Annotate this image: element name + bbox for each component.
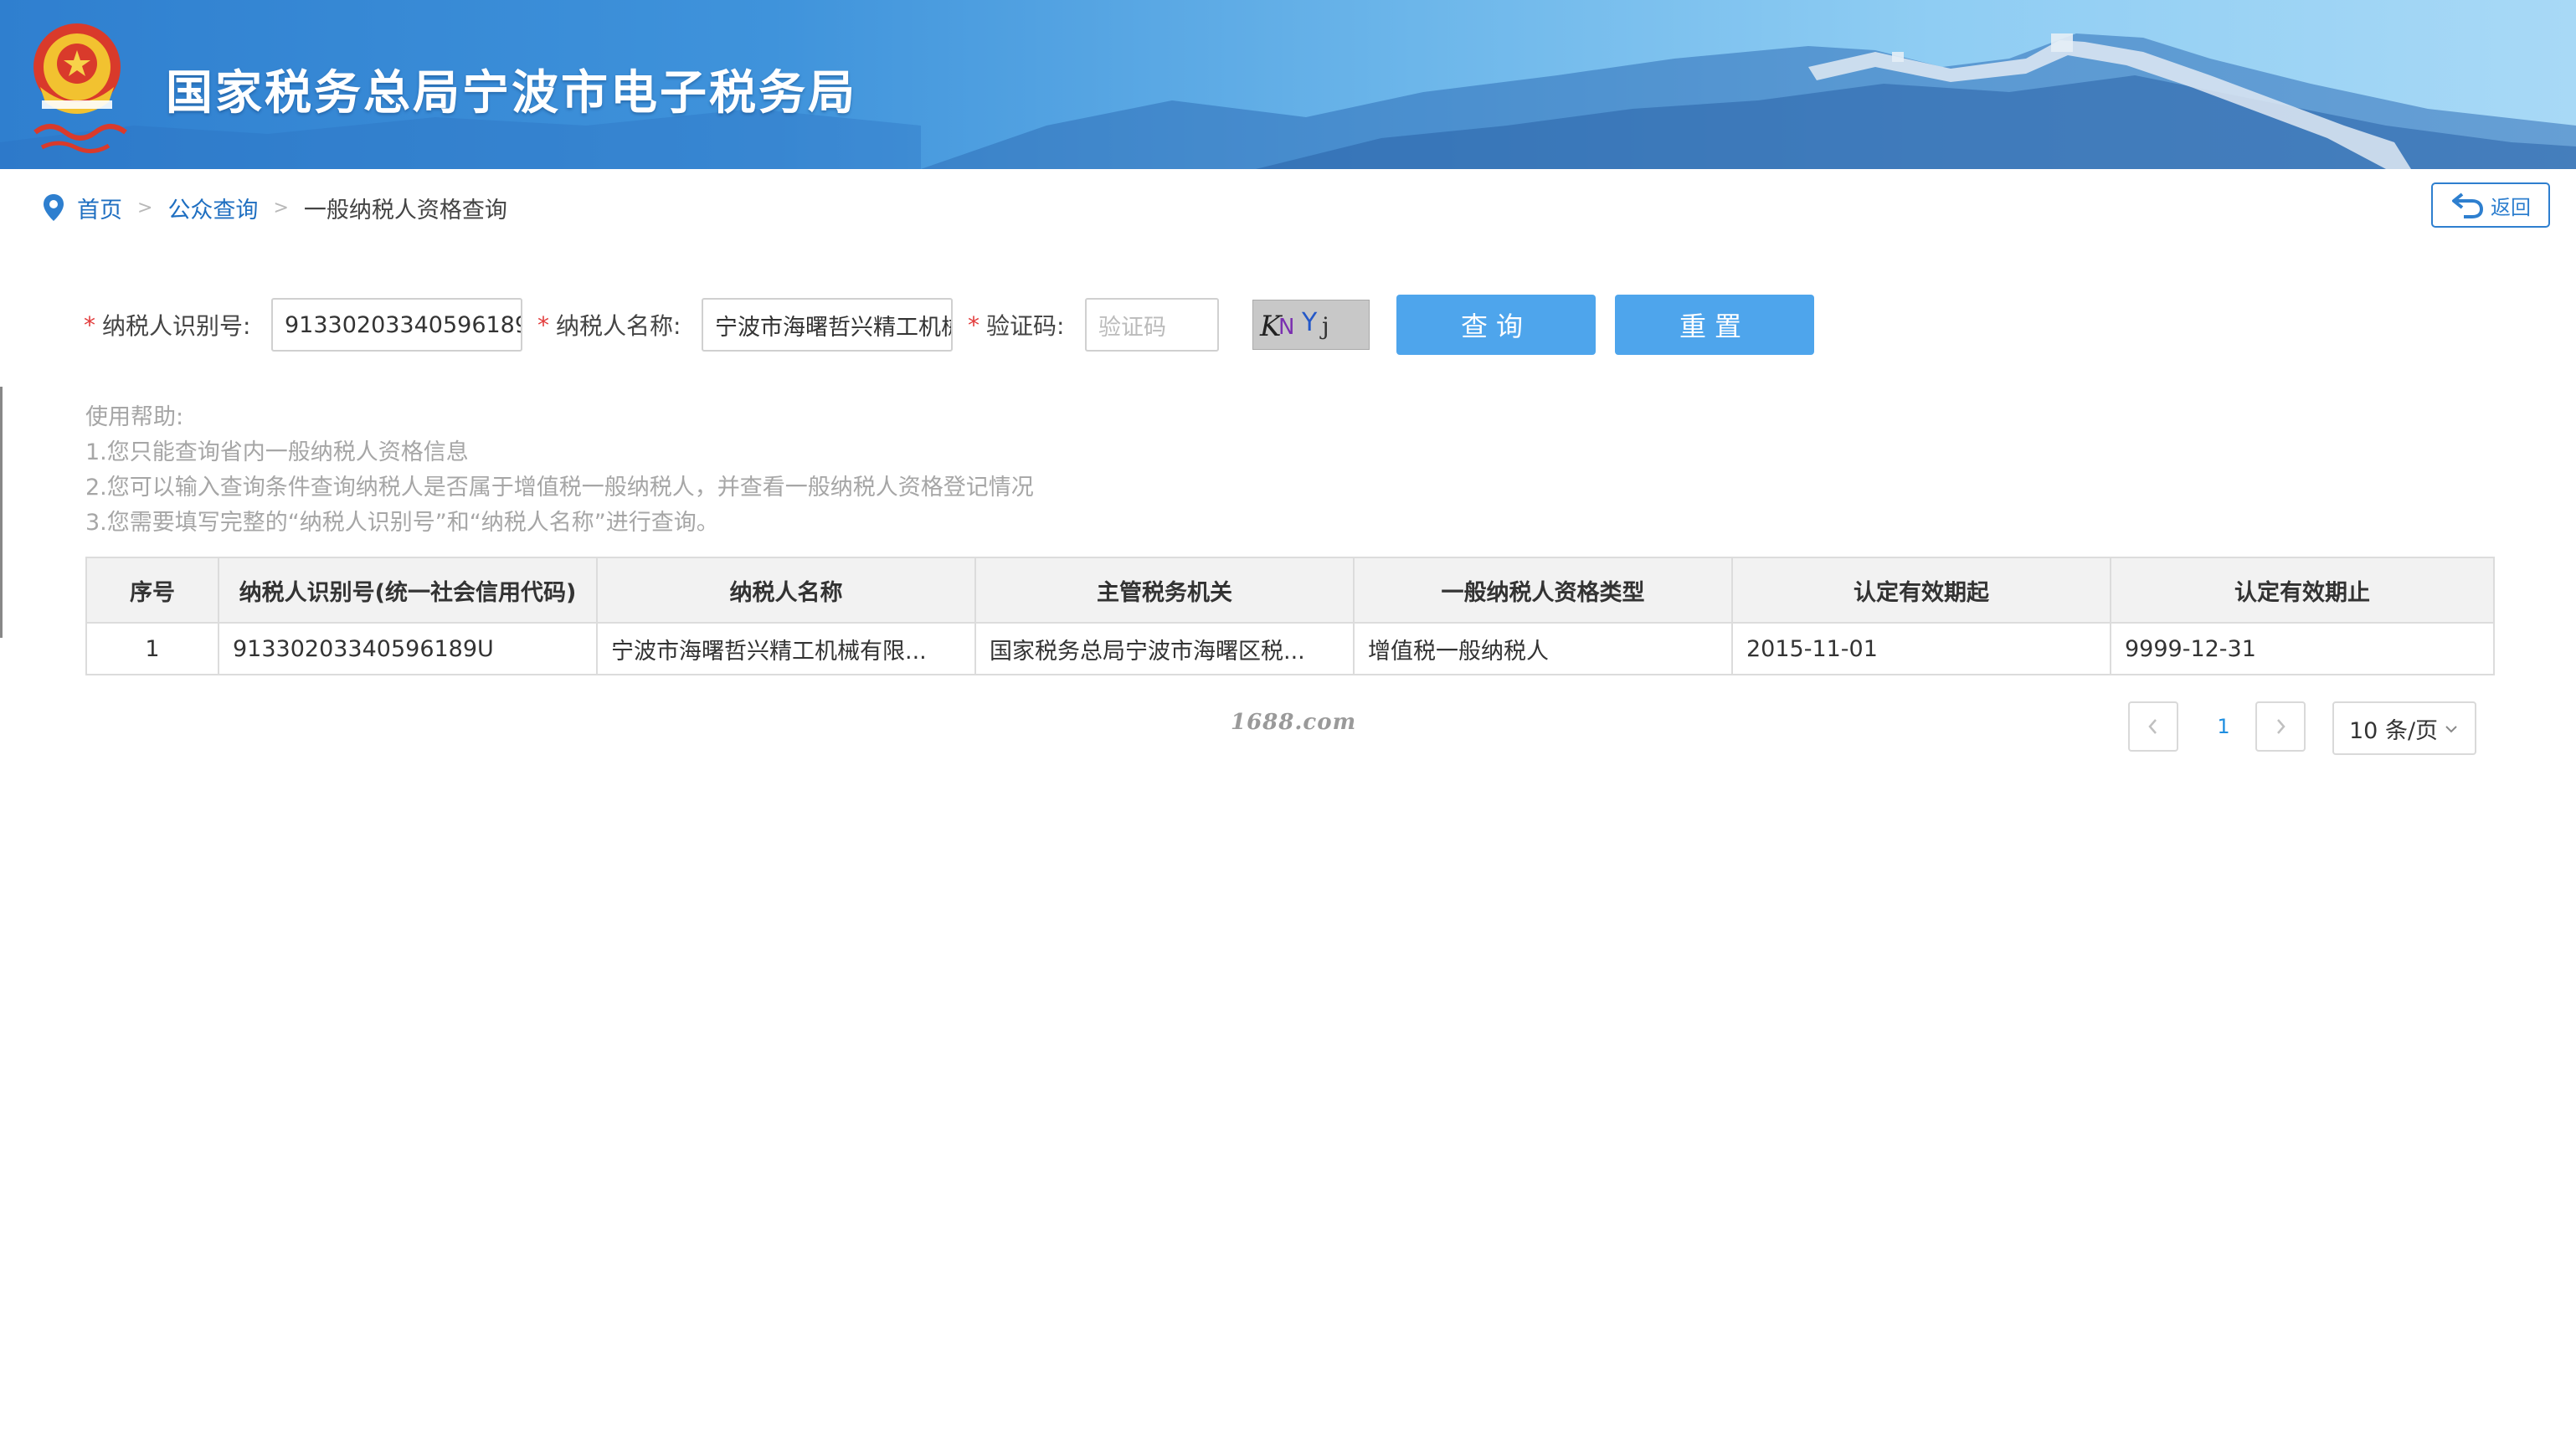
chevron-right-icon — [2277, 719, 2285, 734]
column-header-index: 序号 — [85, 557, 219, 624]
current-page-number[interactable]: 1 — [2207, 701, 2240, 752]
taxpayer-id-input[interactable]: 91330203340596189U — [271, 298, 522, 352]
return-arrow-icon — [2452, 193, 2484, 218]
header-banner: 国家税务总局宁波市电子税务局 — [0, 0, 2576, 169]
help-line: 3.您需要填写完整的“纳税人识别号”和“纳税人名称”进行查询。 — [85, 510, 719, 536]
table-row: 1 91330203340596189U 宁波市海曙哲兴精工机械有限... 国家… — [85, 622, 2495, 675]
location-pin-icon — [44, 194, 64, 221]
taxpayer-id-label-text: 纳税人识别号: — [102, 312, 251, 340]
taxpayer-name-label: * 纳税人名称: — [537, 295, 681, 355]
watermark: 1688.com — [1231, 710, 1357, 735]
cell-tax-authority: 国家税务总局宁波市海曙区税... — [974, 622, 1355, 675]
page-size-select[interactable]: 10 条/页 — [2332, 701, 2476, 755]
back-button-label: 返回 — [2491, 195, 2531, 219]
next-page-button[interactable] — [2255, 701, 2306, 752]
column-header-valid-to: 认定有效期止 — [2110, 557, 2495, 624]
column-header-qualification-type: 一般纳税人资格类型 — [1353, 557, 1733, 624]
captcha-char: j — [1319, 312, 1329, 340]
scrollbar-edge — [0, 387, 3, 638]
page-size-value: 10 条/页 — [2349, 717, 2439, 744]
taxpayer-id-label: * 纳税人识别号: — [84, 295, 250, 355]
cell-index: 1 — [85, 622, 219, 675]
search-form: * 纳税人识别号: 91330203340596189U * 纳税人名称: 宁波… — [0, 295, 2576, 355]
cell-valid-from: 2015-11-01 — [1731, 622, 2111, 675]
captcha-image[interactable]: K N Y j — [1252, 300, 1370, 350]
result-table: 序号 纳税人识别号(统一社会信用代码) 纳税人名称 主管税务机关 一般纳税人资格… — [85, 557, 2495, 675]
cell-valid-to: 9999-12-31 — [2110, 622, 2495, 675]
tax-emblem-logo — [33, 23, 127, 153]
captcha-label-text: 验证码: — [986, 312, 1065, 340]
taxpayer-name-input[interactable]: 宁波市海曙哲兴精工机械有限公司 — [702, 298, 953, 352]
captcha-graphic: K N Y j — [1259, 308, 1329, 343]
breadcrumb-current: 一般纳税人资格查询 — [303, 197, 507, 223]
required-mark: * — [84, 311, 95, 339]
breadcrumb-separator: > — [273, 197, 289, 218]
help-section: 使用帮助: 1.您只能查询省内一般纳税人资格信息 2.您可以输入查询条件查询纳税… — [85, 400, 1034, 541]
chevron-left-icon — [2148, 719, 2157, 734]
captcha-label: * 验证码: — [968, 295, 1064, 355]
breadcrumb-separator: > — [137, 197, 153, 218]
query-button[interactable]: 查询 — [1396, 295, 1596, 355]
captcha-char: Y — [1301, 308, 1318, 337]
required-mark: * — [968, 311, 979, 339]
breadcrumb-public-query-link[interactable]: 公众查询 — [167, 192, 258, 224]
cell-taxpayer-id: 91330203340596189U — [218, 622, 598, 675]
site-title: 国家税务总局宁波市电子税务局 — [166, 66, 857, 121]
reset-button[interactable]: 重置 — [1615, 295, 1814, 355]
cell-qualification-type: 增值税一般纳税人 — [1353, 622, 1733, 675]
back-button[interactable]: 返回 — [2431, 182, 2550, 228]
column-header-taxpayer-name: 纳税人名称 — [596, 557, 976, 624]
help-line: 2.您可以输入查询条件查询纳税人是否属于增值税一般纳税人，并查看一般纳税人资格登… — [85, 475, 1034, 501]
table-header-row: 序号 纳税人识别号(统一社会信用代码) 纳税人名称 主管税务机关 一般纳税人资格… — [85, 557, 2495, 624]
column-header-valid-from: 认定有效期起 — [1731, 557, 2111, 624]
column-header-tax-authority: 主管税务机关 — [974, 557, 1355, 624]
breadcrumb-home-link[interactable]: 首页 — [77, 192, 122, 224]
cell-taxpayer-name: 宁波市海曙哲兴精工机械有限... — [596, 622, 976, 675]
prev-page-button[interactable] — [2128, 701, 2178, 752]
help-title: 使用帮助: — [85, 404, 184, 430]
column-header-taxpayer-id: 纳税人识别号(统一社会信用代码) — [218, 557, 598, 624]
help-line: 1.您只能查询省内一般纳税人资格信息 — [85, 439, 469, 465]
captcha-char: N — [1278, 315, 1294, 340]
chevron-down-icon — [2445, 726, 2457, 733]
breadcrumb: 首页 > 公众查询 > 一般纳税人资格查询 — [42, 191, 507, 224]
taxpayer-name-label-text: 纳税人名称: — [556, 312, 681, 340]
required-mark: * — [537, 311, 549, 339]
captcha-input[interactable]: 验证码 — [1085, 298, 1219, 352]
